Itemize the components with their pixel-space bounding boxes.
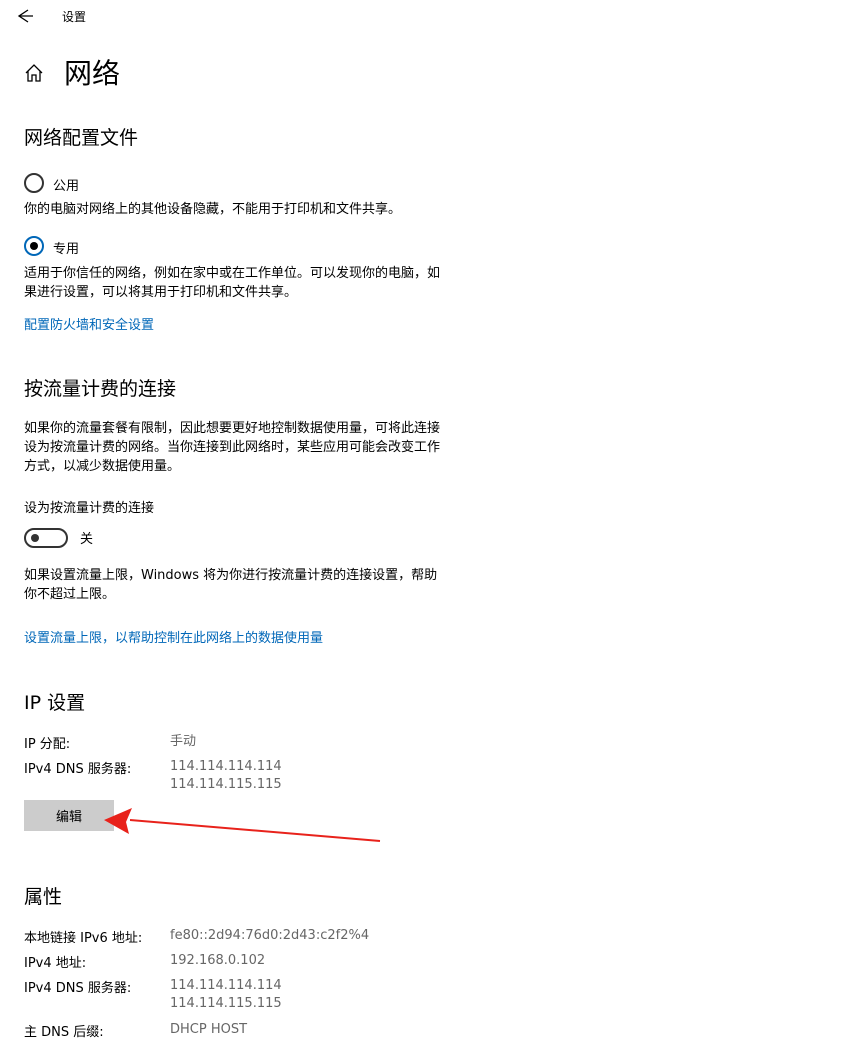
edit-ip-button[interactable]: 编辑 (24, 800, 114, 831)
metered-toggle-caption: 设为按流量计费的连接 (24, 501, 155, 516)
metered-description-line1: 如果你的流量套餐有限制，因此想要更好地控制数据使用量，可将此连接 (24, 421, 441, 436)
radio-selected-dot (30, 242, 38, 250)
dns-suffix-value: DHCP HOST (170, 1022, 248, 1037)
home-icon[interactable] (23, 62, 45, 84)
ip-dns-key: IPv4 DNS 服务器: (24, 762, 132, 777)
annotation-arrow (104, 808, 381, 842)
set-data-limit-link[interactable]: 设置流量上限，以帮助控制在此网络上的数据使用量 (24, 627, 323, 646)
properties-dns-value-2: 114.114.115.115 (170, 996, 282, 1011)
metered-description-line2: 设为按流量计费的网络。当你连接到此网络时，某些应用可能会改变工作 (24, 440, 441, 455)
page-title: 网络 (64, 57, 121, 90)
ipv6-value: fe80::2d94:76d0:2d43:c2f2%4 (170, 928, 370, 943)
data-limit-description-line2: 你不超过上限。 (24, 587, 116, 602)
metered-description-line3: 方式，以减少数据使用量。 (24, 459, 181, 474)
metered-toggle[interactable] (24, 528, 68, 548)
private-description-line2: 果进行设置，可以将其用于打印机和文件共享。 (24, 285, 298, 300)
ipv4-key: IPv4 地址: (24, 956, 87, 971)
firewall-settings-link[interactable]: 配置防火墙和安全设置 (24, 314, 154, 333)
properties-section-title: 属性 (24, 886, 63, 908)
ip-assignment-value: 手动 (170, 734, 197, 749)
properties-dns-value-1: 114.114.114.114 (170, 978, 282, 993)
metered-section-title: 按流量计费的连接 (24, 378, 177, 400)
private-description-line1: 适用于你信任的网络，例如在家中或在工作单位。可以发现你的电脑，如 (24, 266, 441, 281)
properties-dns-key: IPv4 DNS 服务器: (24, 981, 132, 996)
profile-section-title: 网络配置文件 (24, 127, 139, 149)
private-radio[interactable] (24, 236, 44, 256)
public-radio-label: 公用 (53, 179, 80, 194)
dns-suffix-key: 主 DNS 后缀: (24, 1025, 104, 1040)
ipv4-value: 192.168.0.102 (170, 953, 266, 968)
back-arrow-icon[interactable] (14, 6, 36, 26)
public-description: 你的电脑对网络上的其他设备隐藏，不能用于打印机和文件共享。 (24, 202, 402, 217)
ip-section-title: IP 设置 (24, 692, 86, 714)
metered-toggle-state: 关 (80, 532, 94, 547)
public-radio[interactable] (24, 173, 44, 193)
toggle-knob (31, 534, 39, 542)
ip-dns-value-2: 114.114.115.115 (170, 777, 282, 792)
ipv6-key: 本地链接 IPv6 地址: (24, 931, 143, 946)
data-limit-description-line1: 如果设置流量上限，Windows 将为你进行按流量计费的连接设置，帮助 (24, 568, 438, 583)
private-radio-label: 专用 (53, 242, 80, 257)
app-title: 设置 (62, 10, 87, 24)
ip-dns-value-1: 114.114.114.114 (170, 759, 282, 774)
ip-assignment-key: IP 分配: (24, 737, 71, 752)
